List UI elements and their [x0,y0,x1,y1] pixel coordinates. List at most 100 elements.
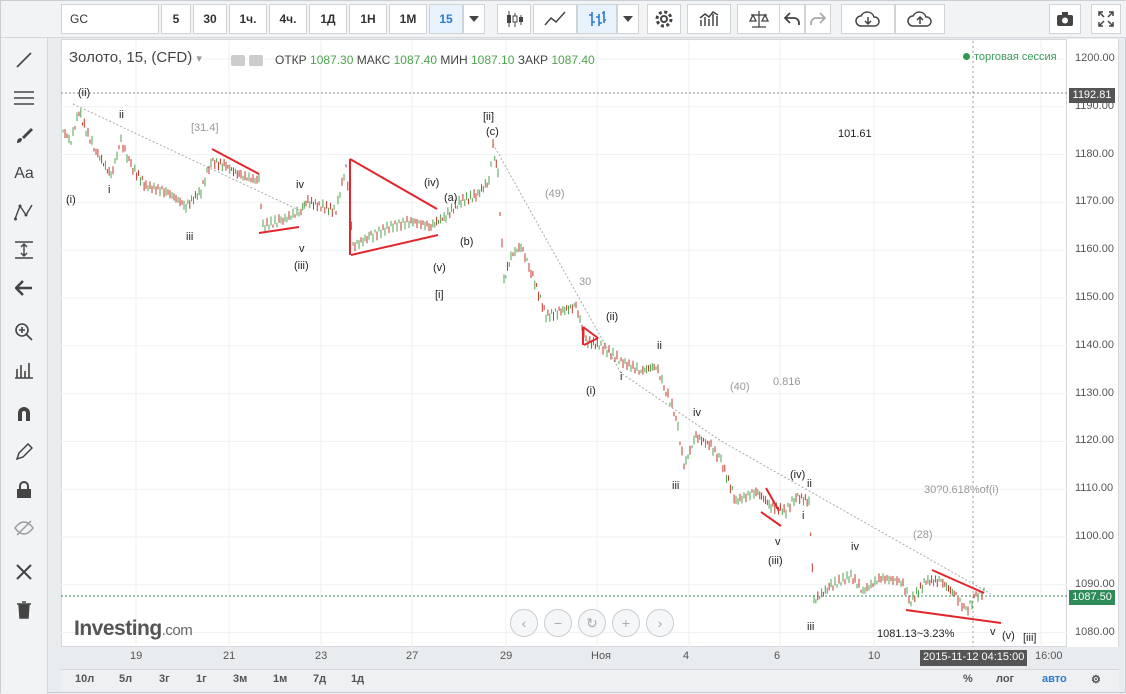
crosshair-time-tag: 2015-11-12 04:15:00 [920,650,1028,666]
trash-icon[interactable] [10,597,38,623]
interval-15-button[interactable]: 15 [429,4,463,34]
wave-label: (i) [66,194,76,206]
candles-icon[interactable] [497,4,531,34]
hide-series-icon[interactable] [231,55,245,66]
text-tool-icon[interactable]: Aa [10,161,38,187]
ruler-tool-icon[interactable] [10,357,38,383]
wave-label: iv [851,541,859,553]
brush-tool-icon[interactable] [10,123,38,149]
interval-30-button[interactable]: 30 [193,4,227,34]
redo-icon[interactable] [805,4,831,34]
range-10y-button[interactable]: 10л [75,673,94,685]
price-tick-label: 1180.00 [1075,147,1114,160]
instrument-title: Золото, 15, (CFD) [69,49,193,66]
wave-label: (i) [586,385,596,397]
range-1y-button[interactable]: 1г [196,673,207,685]
time-tick-label: Ноя [591,650,612,662]
wave-label: 0.816 [773,376,801,388]
range-3m-button[interactable]: 3м [233,673,247,685]
tools-settings-icon[interactable] [10,559,38,585]
legend-action-icons[interactable] [231,53,265,66]
scroll-left-icon[interactable]: ‹ [510,609,538,637]
zoom-icon[interactable] [10,319,38,345]
wave-label: (ii) [606,311,619,323]
camera-snapshot-icon[interactable] [1049,4,1081,34]
time-tick-label: 19 [130,650,143,662]
chart-type-dropdown-icon[interactable] [617,4,639,34]
close-label: ЗАКР [517,53,548,67]
wave-label: iii [186,231,194,243]
high-label: МАКС [356,53,391,67]
interval-5-button[interactable]: 5 [161,4,191,34]
zoom-in-icon[interactable]: + [612,609,640,637]
drawing-toolbar: Aa [1,1,48,694]
interval-1w-button[interactable]: 1Н [349,4,387,34]
range-5y-button[interactable]: 5л [119,673,132,685]
price-tick-label: 1130.00 [1075,386,1114,399]
scale-settings-gear-icon[interactable]: ⚙ [1091,673,1101,686]
symbol-input[interactable]: GC [61,4,159,34]
interval-1h-button[interactable]: 1ч. [229,4,267,34]
range-3y-button[interactable]: 3г [159,673,170,685]
indicators-icon[interactable] [687,4,731,34]
price-tick-label: 1100.00 [1075,530,1114,542]
range-1m-button[interactable]: 1м [273,673,287,685]
high-value: 1087.40 [393,53,438,67]
horizontal-lines-tool-icon[interactable] [10,85,38,111]
wave-label: iv [296,179,304,191]
low-label: МИН [440,53,468,67]
series-settings-icon[interactable] [249,55,264,66]
logo-brand: Investing [74,617,162,640]
wave-label: i [802,510,805,522]
undo-icon[interactable] [779,4,805,34]
interval-4h-button[interactable]: 4ч. [269,4,307,34]
percent-scale-button[interactable]: % [963,673,973,685]
wave-label: (ii) [78,87,91,99]
wave-label: 1081.13~3.23% [877,628,955,640]
trendline-tool-icon[interactable] [10,47,38,73]
cloud-upload-icon[interactable] [895,4,945,34]
cloud-download-icon[interactable] [841,4,895,34]
chart-window: Aa GC 5 30 1ч. 4ч. 1Д 1Н 1М 15 Золото, 1… [0,0,1126,694]
wave-label: (iv) [424,177,440,189]
scroll-right-icon[interactable]: › [646,609,674,637]
area-chart-icon[interactable] [533,4,577,34]
wave-label: ii [807,478,812,490]
time-tick-label: 27 [406,650,419,662]
interval-1m-button[interactable]: 1М [389,4,427,34]
log-scale-button[interactable]: лог [996,673,1014,685]
ohlc-values: ОТКР 1087.30 МАКС 1087.40 МИН 1087.10 ЗА… [275,53,595,67]
lock-icon[interactable] [10,477,38,503]
fullscreen-icon[interactable] [1091,4,1121,34]
chart-legend-title: Золото, 15, (CFD) ▾ [69,49,202,66]
range-7d-button[interactable]: 7д [313,673,326,685]
wave-label: [31.4] [191,122,219,134]
arrow-left-icon[interactable] [10,275,38,301]
wave-label: (28) [913,529,933,541]
wave-label: (a) [444,192,458,204]
bars-chart-icon[interactable] [577,4,617,34]
wave-label: (49) [545,188,565,200]
pencil-lock-icon[interactable] [10,439,38,465]
last-price-tag: 1087.50 [1069,590,1115,605]
pattern-tool-icon[interactable] [10,199,38,225]
wave-label: [iii] [1023,632,1037,644]
price-tick-label: 1150.00 [1075,291,1114,303]
settings-gear-icon[interactable] [647,4,681,34]
auto-scale-button[interactable]: авто [1042,673,1067,685]
interval-dropdown-icon[interactable] [463,4,485,34]
legend-dropdown-icon[interactable]: ▾ [196,53,202,65]
measure-tool-icon[interactable] [10,237,38,263]
hide-eye-icon[interactable] [10,515,38,541]
time-tick-label: 23 [315,650,328,662]
wave-label: v [775,536,781,548]
compare-scales-icon[interactable] [737,4,781,34]
reset-chart-icon[interactable]: ↻ [578,609,606,637]
range-1d-button[interactable]: 1д [351,673,364,685]
price-tick-label: 1120.00 [1075,434,1114,447]
interval-1d-button[interactable]: 1Д [309,4,347,34]
magnet-icon[interactable] [10,401,38,427]
time-tick-label: 10 [868,650,881,662]
zoom-out-icon[interactable]: − [544,609,572,637]
wave-label: [i] [435,289,444,301]
